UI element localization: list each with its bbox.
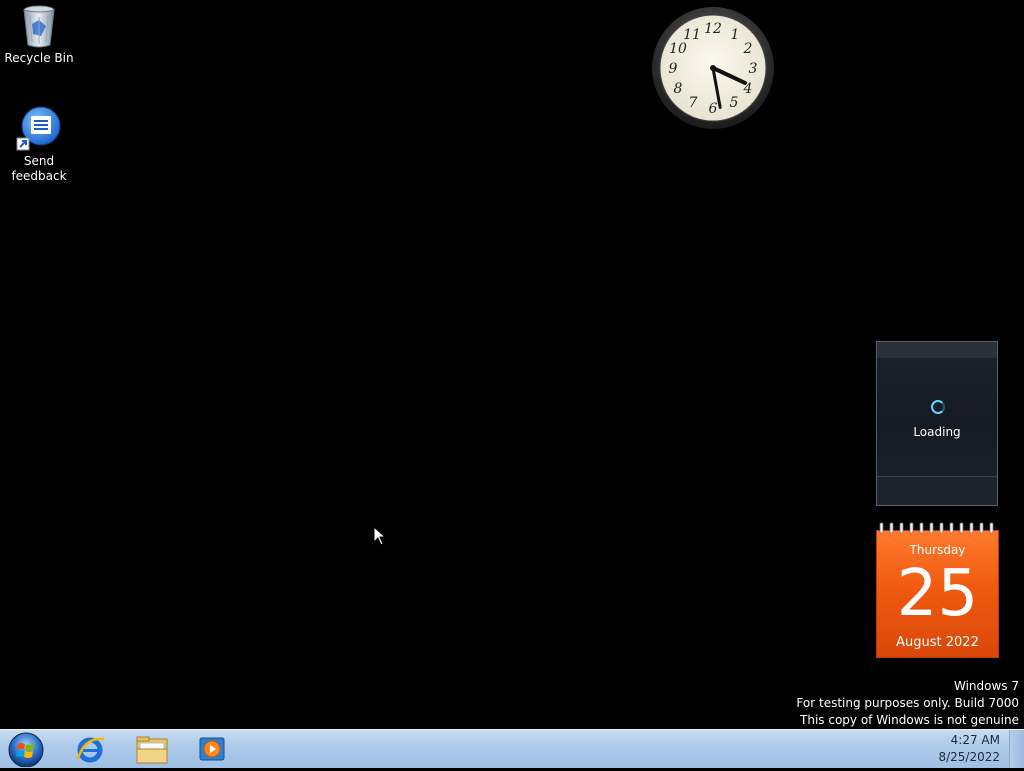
calendar-date: 25	[896, 557, 979, 631]
windows-explorer-icon	[136, 736, 168, 764]
calendar-rings-icon	[879, 522, 994, 534]
recycle-bin-icon	[15, 2, 63, 50]
gadget-footer	[877, 476, 997, 505]
send-feedback-icon	[15, 106, 63, 154]
system-tray-clock[interactable]: 4:27 AM 8/25/2022	[920, 732, 1000, 766]
svg-text:3: 3	[749, 61, 758, 77]
windows-watermark: Windows 7 For testing purposes only. Bui…	[796, 678, 1019, 729]
internet-explorer-icon	[76, 737, 105, 763]
svg-text:2: 2	[743, 41, 753, 57]
start-button[interactable]	[6, 731, 46, 768]
desktop[interactable]: Recycle Bin Send feedback 12 1 2 3 4 5 6…	[0, 0, 1024, 729]
clock-face-icon: 12 1 2 3 4 5 6 7 8 9 10 11	[652, 7, 774, 129]
desktop-icon-recycle-bin[interactable]: Recycle Bin	[1, 2, 77, 66]
desktop-icon-label: Send feedback	[11, 154, 67, 183]
media-player-icon	[199, 737, 225, 761]
taskbar-internet-explorer[interactable]	[62, 731, 118, 767]
desktop-icon-send-feedback[interactable]: Send feedback	[1, 106, 77, 184]
desktop-icon-label: Recycle Bin	[4, 51, 74, 65]
mouse-pointer-icon	[373, 526, 387, 546]
calendar-page: Thursday 25 August 2022	[876, 530, 999, 658]
taskbar-media-player[interactable]	[184, 731, 240, 767]
svg-text:12: 12	[704, 21, 722, 37]
svg-text:1: 1	[731, 27, 740, 43]
calendar-day: Thursday	[909, 543, 966, 557]
calendar-month: August 2022	[896, 635, 979, 650]
svg-text:5: 5	[730, 95, 739, 111]
loading-spinner-icon	[931, 400, 945, 414]
clock-gadget[interactable]: 12 1 2 3 4 5 6 7 8 9 10 11	[650, 5, 776, 131]
svg-text:9: 9	[669, 61, 678, 77]
watermark-build: For testing purposes only. Build 7000	[796, 696, 1019, 710]
tray-time: 4:27 AM	[950, 733, 1000, 747]
svg-text:8: 8	[674, 81, 683, 97]
svg-text:11: 11	[683, 27, 701, 43]
calendar-gadget[interactable]: Thursday 25 August 2022	[876, 522, 999, 658]
svg-text:7: 7	[689, 95, 698, 111]
loading-text: Loading	[913, 425, 961, 439]
windows-logo-icon	[8, 732, 44, 768]
taskbar-windows-explorer[interactable]	[123, 731, 179, 767]
loading-gadget[interactable]: Loading	[876, 341, 998, 506]
watermark-genuine: This copy of Windows is not genuine	[800, 713, 1019, 727]
show-desktop-button[interactable]	[1009, 730, 1024, 768]
taskbar: 4:27 AM 8/25/2022	[0, 729, 1024, 768]
svg-text:10: 10	[669, 41, 687, 57]
gadget-header	[877, 342, 997, 358]
tray-date: 8/25/2022	[938, 750, 1000, 764]
svg-text:6: 6	[709, 101, 718, 117]
watermark-title: Windows 7	[953, 679, 1019, 693]
